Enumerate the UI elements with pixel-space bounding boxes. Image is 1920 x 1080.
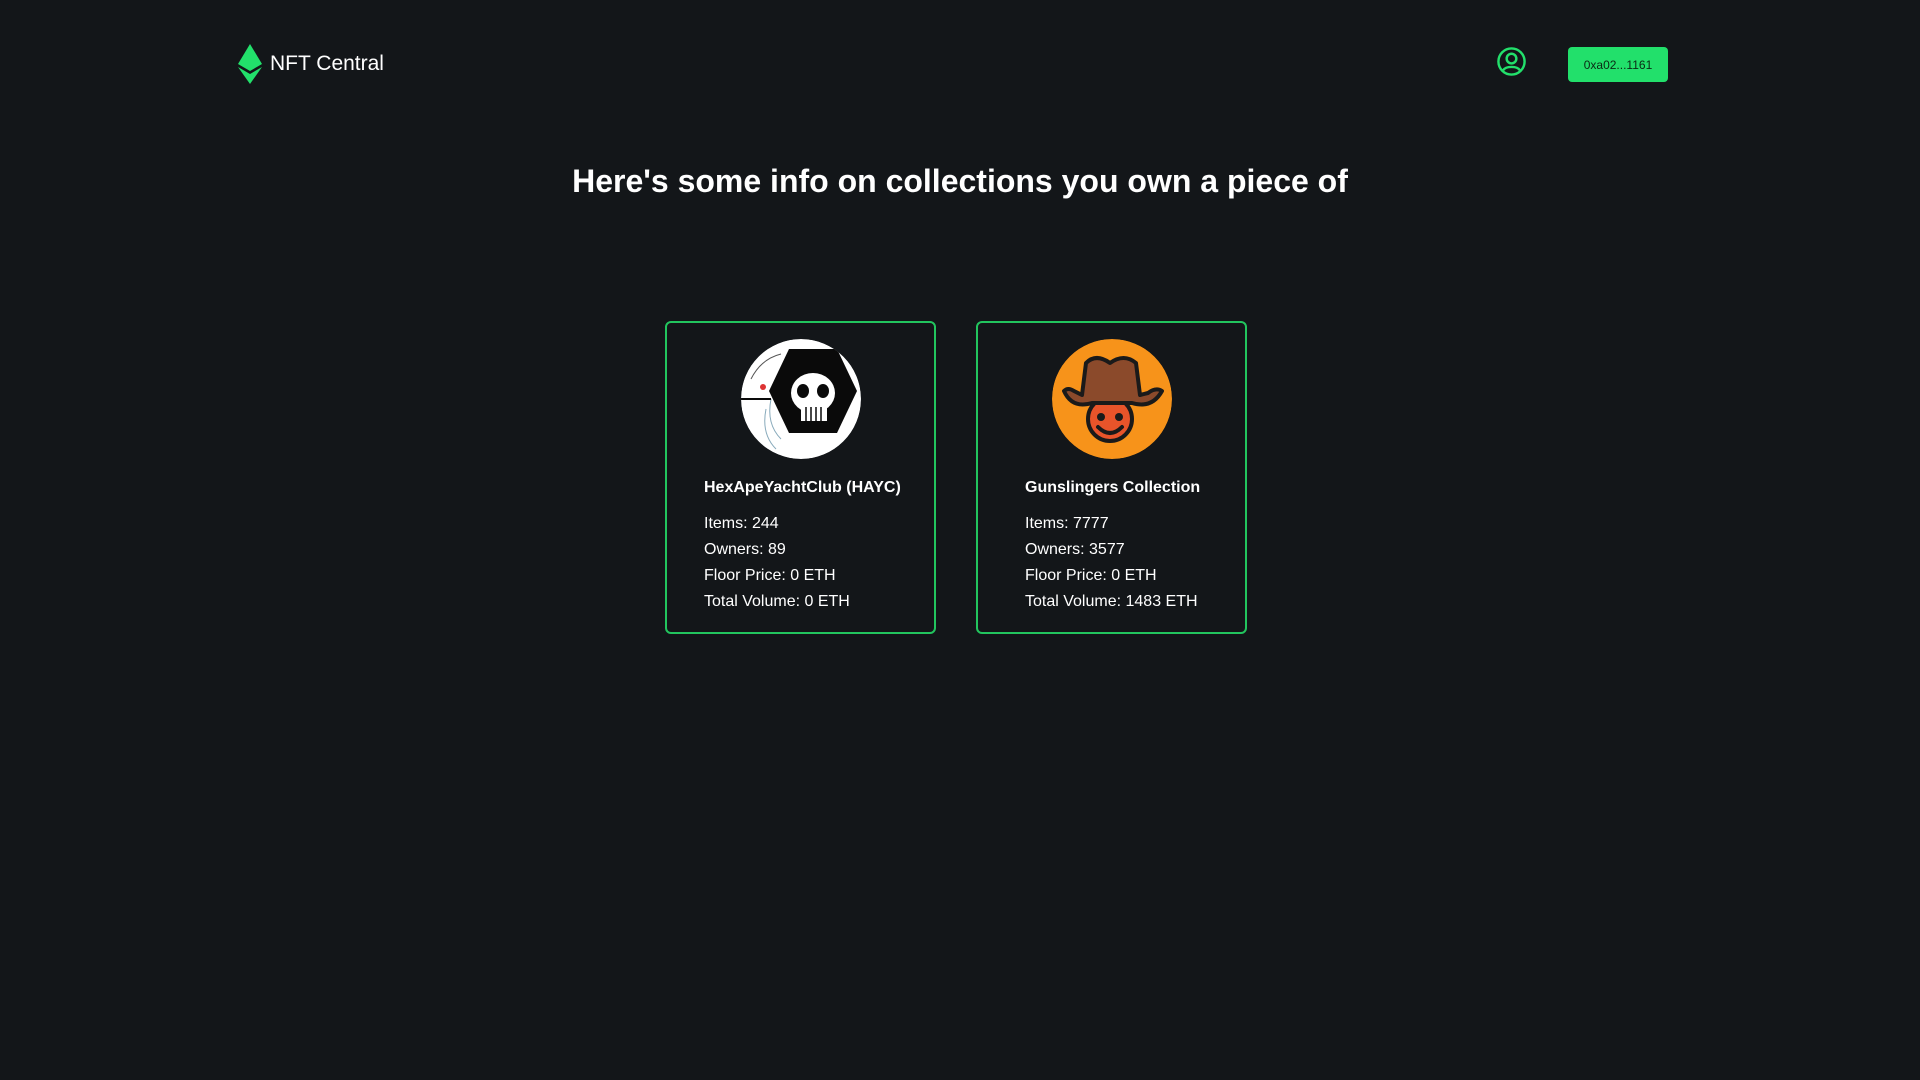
brand-logo[interactable]: NFT Central — [238, 44, 384, 84]
ethereum-icon — [238, 44, 262, 84]
collection-name: HexApeYachtClub (HAYC) — [704, 479, 901, 496]
collection-name: Gunslingers Collection — [1025, 479, 1201, 496]
collection-total-volume: Total Volume: 0 ETH — [704, 593, 850, 610]
collection-items: Items: 244 — [704, 515, 779, 532]
collection-total-volume: Total Volume: 1483 ETH — [1025, 593, 1198, 610]
collection-card-hayc[interactable]: HexApeYachtClub (HAYC) Items: 244 Owners… — [665, 321, 936, 634]
collection-info: Gunslingers Collection Items: 7777 Owner… — [978, 459, 1245, 615]
collection-list: HexApeYachtClub (HAYC) Items: 244 Owners… — [665, 321, 1247, 634]
collection-info: HexApeYachtClub (HAYC) Items: 244 Owners… — [667, 459, 934, 615]
collection-floor-price: Floor Price: 0 ETH — [1025, 567, 1157, 584]
collection-floor-price: Floor Price: 0 ETH — [704, 567, 836, 584]
collection-card-gunslingers[interactable]: Gunslingers Collection Items: 7777 Owner… — [976, 321, 1247, 634]
hex-ape-skull-icon — [740, 339, 861, 459]
wallet-address-button[interactable]: 0xa02...1161 — [1568, 47, 1668, 82]
page-title: Here's some info on collections you own … — [572, 163, 1348, 199]
collection-owners: Owners: 3577 — [1025, 541, 1125, 558]
cowboy-hat-icon — [1051, 339, 1172, 459]
collection-owners: Owners: 89 — [704, 541, 786, 558]
page: NFT Central 0xa02...1161 Here's some inf… — [0, 0, 1920, 1080]
collection-items: Items: 7777 — [1025, 515, 1109, 532]
user-profile-icon[interactable] — [1496, 46, 1527, 77]
brand-name: NFT Central — [270, 52, 384, 75]
